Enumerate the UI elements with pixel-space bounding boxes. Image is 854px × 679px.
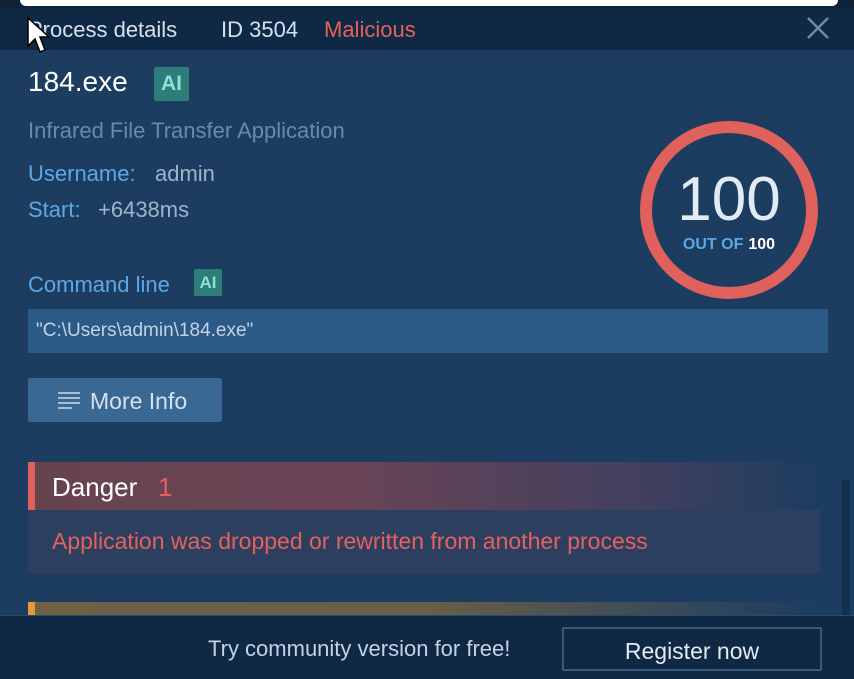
more-info-button[interactable]: More Info bbox=[28, 378, 222, 422]
process-name: 184.exe bbox=[28, 66, 128, 97]
score-value: 100 bbox=[677, 165, 780, 234]
verdict-label: Malicious bbox=[324, 17, 416, 42]
more-info-label: More Info bbox=[90, 388, 188, 414]
footer-banner: Try community version for free! Register… bbox=[0, 615, 854, 679]
start-value: +6438ms bbox=[98, 197, 190, 222]
close-icon[interactable] bbox=[804, 14, 832, 42]
dialog-header: Process details ID 3504 Malicious bbox=[0, 8, 854, 50]
danger-count: 1 bbox=[158, 472, 173, 502]
list-icon bbox=[58, 392, 80, 409]
username-value: admin bbox=[155, 161, 215, 186]
process-id: ID 3504 bbox=[221, 17, 299, 42]
process-description: Infrared File Transfer Application bbox=[28, 118, 345, 143]
scrollbar[interactable] bbox=[842, 480, 850, 620]
warning-indicator bbox=[28, 602, 35, 615]
command-line-ai-badge[interactable]: AI bbox=[194, 269, 222, 296]
drag-handle-icon[interactable] bbox=[32, 0, 62, 13]
community-cta-text: Try community version for free! bbox=[208, 636, 511, 661]
process-panel: 184.exe AI Infrared File Transfer Applic… bbox=[0, 50, 854, 620]
danger-item-text: Application was dropped or rewritten fro… bbox=[52, 528, 648, 554]
window-top-strip bbox=[0, 0, 854, 13]
register-button-label: Register now bbox=[624, 638, 760, 664]
danger-title: Danger bbox=[52, 472, 138, 502]
command-line-label: Command line bbox=[28, 272, 170, 297]
username-label: Username: bbox=[28, 161, 136, 186]
ai-badge[interactable]: AI bbox=[154, 67, 189, 101]
danger-section-header[interactable]: Danger 1 bbox=[28, 462, 820, 510]
command-line-value: "C:\Users\admin\184.exe" bbox=[36, 320, 254, 341]
warning-section-header[interactable] bbox=[28, 602, 820, 615]
dialog-title: Process details bbox=[28, 17, 178, 42]
start-label: Start: bbox=[28, 197, 81, 222]
danger-indicator bbox=[28, 462, 35, 510]
score-out-of: OUT OF 100 bbox=[683, 236, 775, 253]
browser-strip bbox=[20, 0, 838, 6]
threat-score-gauge: 100 OUT OF 100 bbox=[640, 121, 818, 299]
mouse-cursor-icon bbox=[27, 16, 50, 53]
danger-item[interactable]: Application was dropped or rewritten fro… bbox=[28, 510, 820, 574]
command-line-box[interactable]: "C:\Users\admin\184.exe" bbox=[28, 309, 828, 353]
register-button[interactable]: Register now bbox=[562, 627, 822, 671]
